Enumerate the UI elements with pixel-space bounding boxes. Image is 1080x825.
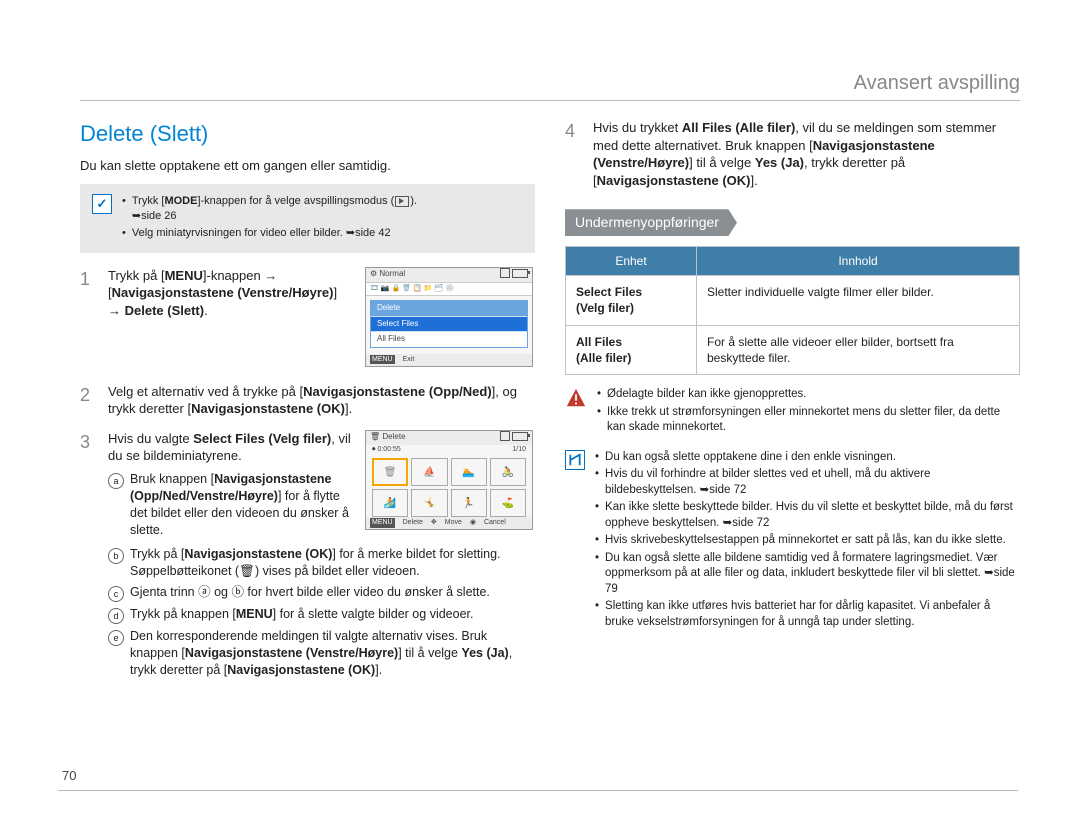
sub-step: b Trykk på [Navigasjonstastene (OK)] for … (108, 546, 535, 580)
list-item-text: Du kan også slette alle bildene samtidig… (605, 551, 1020, 598)
table-head-content: Innhold (697, 247, 1020, 276)
submenu-heading: Undermenyoppføringer (565, 209, 737, 236)
sub-step: c Gjenta trinn ⓐ og ⓑ for hvert bilde ell… (108, 584, 535, 602)
list-item: • Du kan også slette opptakene dine i den… (595, 450, 1020, 466)
list-item-text: Ødelagte bilder kan ikke gjenopprettes. (607, 387, 806, 403)
step-number: 2 (80, 383, 96, 418)
list-item: •Sletting kan ikke utføres hvis batterie… (595, 599, 1020, 630)
sub-step-body: Gjenta trinn ⓐ og ⓑ for hvert bilde elle… (130, 584, 490, 602)
pre-note-box: ✓ • Trykk [MODE]-knappen for å velge avs… (80, 184, 535, 253)
step-2-body: Velg et alternativ ved å trykke på [Navi… (108, 383, 535, 418)
pre-note-1: Trykk [MODE]-knappen for å velge avspill… (132, 194, 417, 224)
bullet-icon: • (122, 194, 126, 224)
thumbnail: 🏊 (451, 458, 487, 486)
submenu-table: Enhet Innhold Select Files(Velg filer)Sl… (565, 246, 1020, 375)
pre-note-2: Velg miniatyrvisningen for video eller b… (132, 226, 391, 241)
bullet-icon: • (595, 450, 599, 466)
step-3-substeps: a Bruk knappen [Navigasjonstastene (Opp/N… (108, 471, 353, 539)
section-title: Delete (Slett) (80, 119, 535, 149)
list-item: •Ikke trekk ut strømforsyningen eller mi… (597, 405, 1020, 436)
table-head-unit: Enhet (566, 247, 697, 276)
left-column: Delete (Slett) Du kan slette opptakene e… (80, 119, 535, 683)
sub-step: e Den korresponderende meldingen til valg… (108, 628, 535, 679)
step-3: 3 Hvis du valgte Select Files (Velg file… (80, 430, 535, 543)
sub-step-body: Bruk knappen [Navigasjonstastene (Opp/Ne… (130, 471, 353, 539)
table-cell-key: All Files(Alle filer) (566, 325, 697, 374)
thumbnail: ⛵ (411, 458, 447, 486)
step-4: 4 Hvis du trykket All Files (Alle filer)… (565, 119, 1020, 189)
bullet-icon: • (595, 467, 599, 498)
header-divider: Avansert avspilling (80, 70, 1020, 101)
list-item-text: Sletting kan ikke utføres hvis batteriet… (605, 599, 1020, 630)
table-cell-value: Sletter individuelle valgte filmer eller… (697, 276, 1020, 325)
list-item-text: Kan ikke slette beskyttede bilder. Hvis … (605, 500, 1020, 531)
list-item-text: Ikke trekk ut strømforsyningen eller min… (607, 405, 1020, 436)
section-intro: Du kan slette opptakene ett om gangen el… (80, 157, 535, 175)
sub-step: a Bruk knappen [Navigasjonstastene (Opp/N… (108, 471, 353, 539)
thumbnail: 🏃 (451, 489, 487, 517)
step-4-body: Hvis du trykket All Files (Alle filer), … (593, 119, 1020, 189)
check-icon: ✓ (92, 194, 112, 214)
circle-letter-icon: b (108, 548, 124, 564)
list-item-text: Du kan også slette opptakene dine i den … (605, 450, 896, 466)
step-number: 3 (80, 430, 96, 543)
sub-step-body: Den korresponderende meldingen til valgt… (130, 628, 535, 679)
sub-step-body: Trykk på [Navigasjonstastene (OK)] for å… (130, 546, 535, 580)
list-item: • Ødelagte bilder kan ikke gjenopprettes. (597, 387, 1020, 403)
camera-screen-menu: ⚙ Normal 🎞 📷 🔒 🗑 📋 📁 🗂 ⚙ Delete Select F… (365, 267, 533, 367)
step-3-substeps-wide: b Trykk på [Navigasjonstastene (OK)] for … (108, 546, 535, 678)
bullet-icon: • (595, 533, 599, 549)
section-header: Avansert avspilling (854, 70, 1020, 97)
thumbnail: 🚴 (490, 458, 526, 486)
table-cell-value: For å slette alle videoer eller bilder, … (697, 325, 1020, 374)
page-number: 70 (62, 767, 76, 785)
table-cell-key: Select Files(Velg filer) (566, 276, 697, 325)
list-item-text: Hvis skrivebeskyttelsestappen på minneko… (605, 533, 1006, 549)
bullet-icon: • (597, 387, 601, 403)
table-row: Select Files(Velg filer)Sletter individu… (566, 276, 1020, 325)
bullet-icon: • (122, 226, 126, 241)
list-item: •Hvis du vil forhindre at bilder slettes… (595, 467, 1020, 498)
table-row: All Files(Alle filer)For å slette alle v… (566, 325, 1020, 374)
step-3-body: Hvis du valgte Select Files (Velg filer)… (108, 430, 353, 543)
step-1: 1 Trykk på [MENU]-knappen → [Navigasjons… (80, 267, 535, 371)
info-box: • Du kan også slette opptakene dine i den… (565, 450, 1020, 633)
right-column: 4 Hvis du trykket All Files (Alle filer)… (565, 119, 1020, 683)
circle-letter-icon: c (108, 586, 124, 602)
list-item-text: Hvis du vil forhindre at bilder slettes … (605, 467, 1020, 498)
warning-box: • Ødelagte bilder kan ikke gjenopprettes.… (565, 387, 1020, 438)
warning-icon (565, 387, 587, 409)
bullet-icon: • (595, 551, 599, 598)
bullet-icon: • (597, 405, 601, 436)
info-icon (565, 450, 585, 470)
bullet-icon: • (595, 500, 599, 531)
step-1-body: Trykk på [MENU]-knappen → [Navigasjonsta… (108, 267, 353, 371)
circle-letter-icon: a (108, 473, 124, 489)
thumbnail: 🤸 (411, 489, 447, 517)
step-2: 2 Velg et alternativ ved å trykke på [Na… (80, 383, 535, 418)
list-item: •Du kan også slette alle bildene samtidi… (595, 551, 1020, 598)
circle-letter-icon: d (108, 608, 124, 624)
circle-letter-icon: e (108, 630, 124, 646)
footer-divider (58, 790, 1018, 791)
thumbnail: 🗑 (372, 458, 408, 486)
sub-step-body: Trykk på knappen [MENU] for å slette val… (130, 606, 473, 624)
thumbnail: ⛳ (490, 489, 526, 517)
camera-screen-thumbnails: 🗑 Delete ⏺ 0:00:551/10 🗑⛵🏊🚴🏄🤸🏃⛳ MENUDele… (365, 430, 533, 530)
step-number: 1 (80, 267, 96, 371)
thumbnail: 🏄 (372, 489, 408, 517)
list-item: •Kan ikke slette beskyttede bilder. Hvis… (595, 500, 1020, 531)
bullet-icon: • (595, 599, 599, 630)
step-number: 4 (565, 119, 581, 189)
list-item: • Hvis skrivebeskyttelsestappen på minnek… (595, 533, 1020, 549)
playback-mode-icon (395, 196, 409, 207)
sub-step: d Trykk på knappen [MENU] for å slette va… (108, 606, 535, 624)
